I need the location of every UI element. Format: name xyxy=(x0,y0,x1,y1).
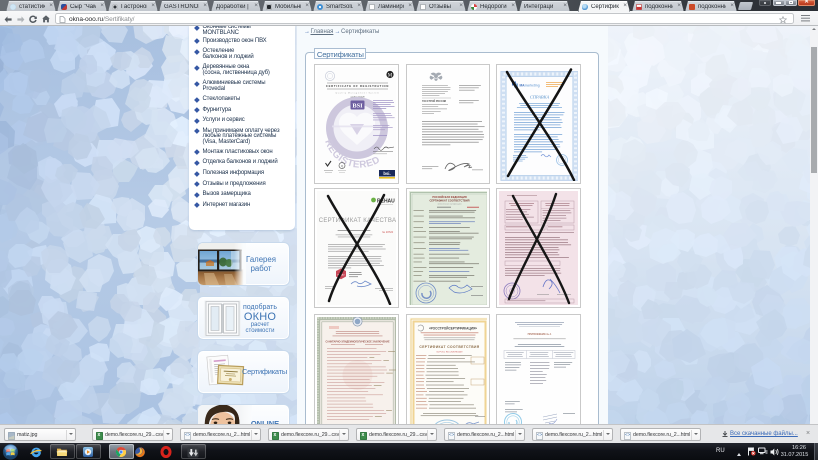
svg-text:MAmarketing: MAmarketing xyxy=(520,83,540,87)
svg-text:ПРИЛОЖЕНИЕ № 1: ПРИЛОЖЕНИЕ № 1 xyxy=(528,333,552,336)
svg-text:«РОССТРОЙСЕРТИФИКАЦИЯ»: «РОССТРОЙСЕРТИФИКАЦИЯ» xyxy=(428,326,477,330)
svg-text:СЕРТИФИКАТ СООТВЕТСТВИЯ: СЕРТИФИКАТ СООТВЕТСТВИЯ xyxy=(429,198,469,202)
svg-text:РОССИЙСКАЯ ФЕДЕРАЦИЯ: РОССИЙСКАЯ ФЕДЕРАЦИЯ xyxy=(432,195,467,198)
svg-text:M: M xyxy=(388,73,393,78)
svg-text:CERTIFICATE OF REGISTRATION: CERTIFICATE OF REGISTRATION xyxy=(326,84,389,88)
svg-text:ГОССТРОЙ РОССИИ: ГОССТРОЙ РОССИИ xyxy=(422,100,446,103)
svg-text:СПРАВКА: СПРАВКА xyxy=(530,94,550,99)
svg-text:Quality Management System: Quality Management System xyxy=(335,91,379,94)
svg-text:СЕРТИФИКАТ КАЧЕСТВА: СЕРТИФИКАТ КАЧЕСТВА xyxy=(319,218,396,224)
svg-text:№ 10724: № 10724 xyxy=(382,230,393,234)
svg-text:№ РОСС RU.СЛ28.Н01049: № РОСС RU.СЛ28.Н01049 xyxy=(436,350,463,353)
svg-text:bsi.: bsi. xyxy=(383,171,390,176)
svg-text:СЕРТИФИКАТ СООТВЕТСТВИЯ: СЕРТИФИКАТ СООТВЕТСТВИЯ xyxy=(419,345,479,349)
svg-text:САНИТАРНО-ЭПИДЕМИОЛОГИЧЕСКОЕ З: САНИТАРНО-ЭПИДЕМИОЛОГИЧЕСКОЕ ЗАКЛЮЧЕНИЕ xyxy=(325,340,389,343)
svg-text:(обязательная сертификация): (обязательная сертификация) xyxy=(437,202,461,205)
svg-text:BSI: BSI xyxy=(352,102,363,109)
